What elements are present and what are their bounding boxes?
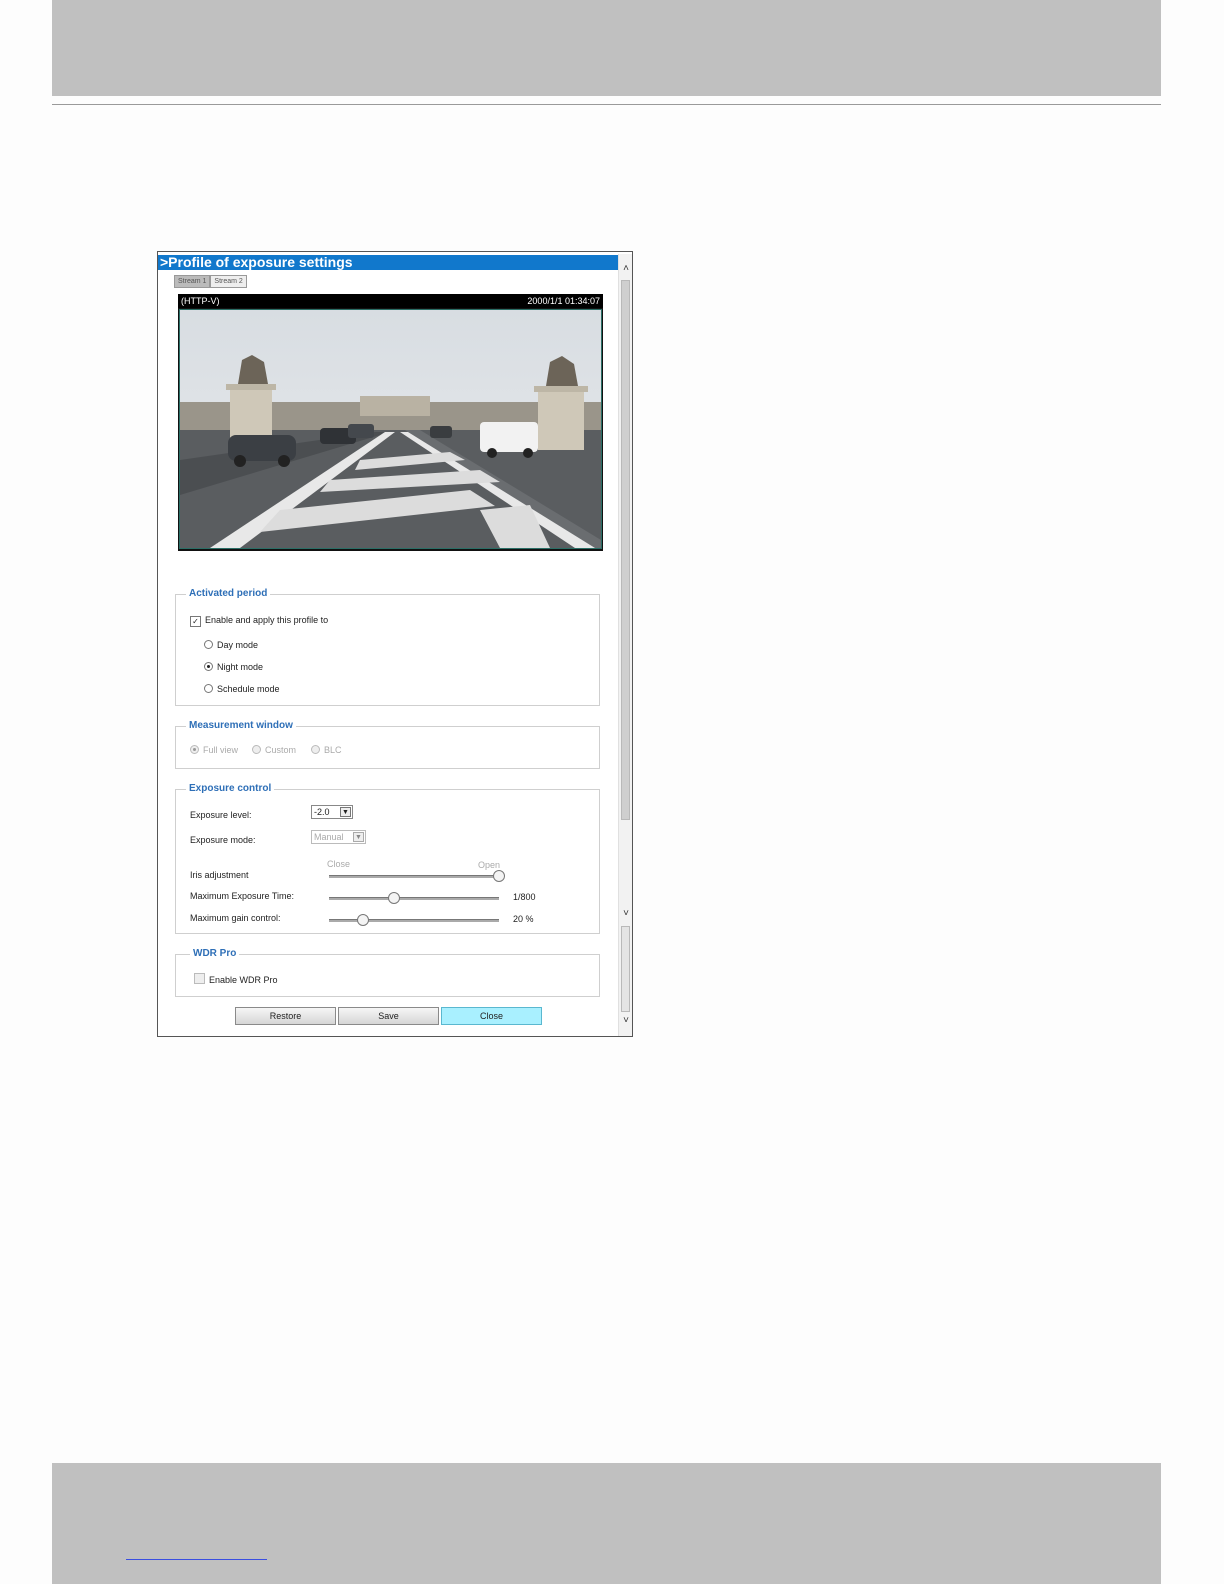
- activated-period-group: Activated period ✓ Enable and apply this …: [175, 587, 600, 706]
- exposure-mode-value: Manual: [314, 832, 344, 842]
- exposure-level-value: -2.0: [314, 807, 330, 817]
- exposure-mode-label: Exposure mode:: [190, 835, 256, 845]
- video-status-bar: (HTTP-V) 2000/1/1 01:34:07: [178, 294, 603, 308]
- full-view-option[interactable]: Full view: [190, 744, 238, 756]
- night-mode-option[interactable]: Night mode: [204, 661, 263, 673]
- exposure-level-select[interactable]: -2.0 ▼: [311, 805, 353, 819]
- scroll-down-icon[interactable]: ˅: [619, 1014, 632, 1028]
- scrollbar[interactable]: ˄ ˅ ˅: [618, 254, 632, 1036]
- window-title: >Profile of exposure settings: [158, 255, 618, 270]
- chevron-down-icon: ▼: [340, 807, 351, 817]
- custom-radio[interactable]: [252, 745, 261, 754]
- video-view: (HTTP-V) 2000/1/1 01:34:07: [178, 294, 603, 551]
- page-header-band: [52, 0, 1161, 96]
- scroll-down-icon[interactable]: ˅: [619, 907, 632, 921]
- enable-wdr-checkbox[interactable]: [194, 973, 205, 984]
- blc-option[interactable]: BLC: [311, 744, 342, 756]
- max-gain-slider-track[interactable]: [329, 919, 499, 922]
- enable-wdr-label: Enable WDR Pro: [209, 975, 278, 985]
- measurement-window-group: Measurement window Full view Custom BLC: [175, 719, 600, 769]
- activated-period-legend: Activated period: [186, 587, 271, 601]
- iris-slider-track[interactable]: [329, 875, 499, 878]
- custom-option[interactable]: Custom: [252, 744, 296, 756]
- schedule-mode-option[interactable]: Schedule mode: [204, 683, 280, 695]
- iris-close-label: Close: [327, 859, 351, 869]
- close-button[interactable]: Close: [441, 1007, 542, 1025]
- day-mode-label: Day mode: [217, 640, 259, 650]
- max-gain-value: 20 %: [513, 914, 534, 924]
- max-gain-slider-thumb[interactable]: [357, 914, 369, 926]
- max-gain-label: Maximum gain control:: [190, 913, 281, 923]
- night-mode-label: Night mode: [217, 662, 264, 672]
- wdr-pro-group: WDR Pro Enable WDR Pro: [175, 947, 600, 997]
- day-mode-radio[interactable]: [204, 640, 213, 649]
- exposure-mode-select[interactable]: Manual ▼: [311, 830, 366, 844]
- wdr-pro-legend: WDR Pro: [190, 947, 240, 961]
- max-exposure-slider-thumb[interactable]: [387, 892, 400, 904]
- exposure-control-legend: Exposure control: [186, 782, 275, 796]
- scroll-thumb[interactable]: [621, 280, 630, 820]
- measurement-window-legend: Measurement window: [186, 719, 296, 733]
- max-exposure-label: Maximum Exposure Time:: [190, 891, 295, 901]
- schedule-mode-radio[interactable]: [204, 684, 213, 693]
- street-scene-image: [180, 310, 601, 548]
- header-divider: [52, 104, 1161, 105]
- full-view-label: Full view: [203, 745, 239, 755]
- max-exposure-slider-track[interactable]: [329, 897, 499, 900]
- day-mode-option[interactable]: Day mode: [204, 639, 258, 651]
- page-footer-band: [52, 1463, 1161, 1584]
- schedule-mode-label: Schedule mode: [217, 684, 280, 694]
- enable-profile-label: Enable and apply this profile to: [205, 615, 329, 625]
- blc-label: BLC: [324, 745, 342, 755]
- exposure-level-label: Exposure level:: [190, 810, 252, 820]
- max-exposure-value: 1/800: [513, 892, 536, 902]
- save-button[interactable]: Save: [338, 1007, 439, 1025]
- exposure-control-group: Exposure control Exposure level: -2.0 ▼ …: [175, 782, 600, 934]
- enable-profile-checkbox[interactable]: ✓: [190, 616, 201, 627]
- chevron-down-icon: ▼: [353, 832, 364, 842]
- video-protocol: (HTTP-V): [181, 296, 220, 306]
- restore-button[interactable]: Restore: [235, 1007, 336, 1025]
- scroll-up-icon[interactable]: ˄: [619, 262, 632, 276]
- enable-wdr-row[interactable]: Enable WDR Pro: [194, 973, 278, 986]
- iris-adjustment-label: Iris adjustment: [190, 870, 249, 880]
- iris-slider-thumb[interactable]: [493, 870, 505, 882]
- custom-label: Custom: [265, 745, 297, 755]
- blc-radio[interactable]: [311, 745, 320, 754]
- footer-link-underline[interactable]: [126, 1559, 267, 1560]
- enable-profile-row[interactable]: ✓ Enable and apply this profile to: [190, 614, 328, 627]
- scroll-track-lower[interactable]: [621, 926, 630, 1012]
- tab-stream-2[interactable]: Stream 2: [210, 275, 247, 288]
- live-video-frame: [179, 309, 602, 549]
- night-mode-radio[interactable]: [204, 662, 213, 671]
- stream-tabs: Stream 1 Stream 2: [174, 275, 247, 288]
- exposure-profile-window: >Profile of exposure settings ˄ ˅ ˅ Stre…: [157, 251, 633, 1037]
- video-timestamp: 2000/1/1 01:34:07: [527, 296, 600, 306]
- full-view-radio[interactable]: [190, 745, 199, 754]
- tab-stream-1[interactable]: Stream 1: [174, 275, 211, 288]
